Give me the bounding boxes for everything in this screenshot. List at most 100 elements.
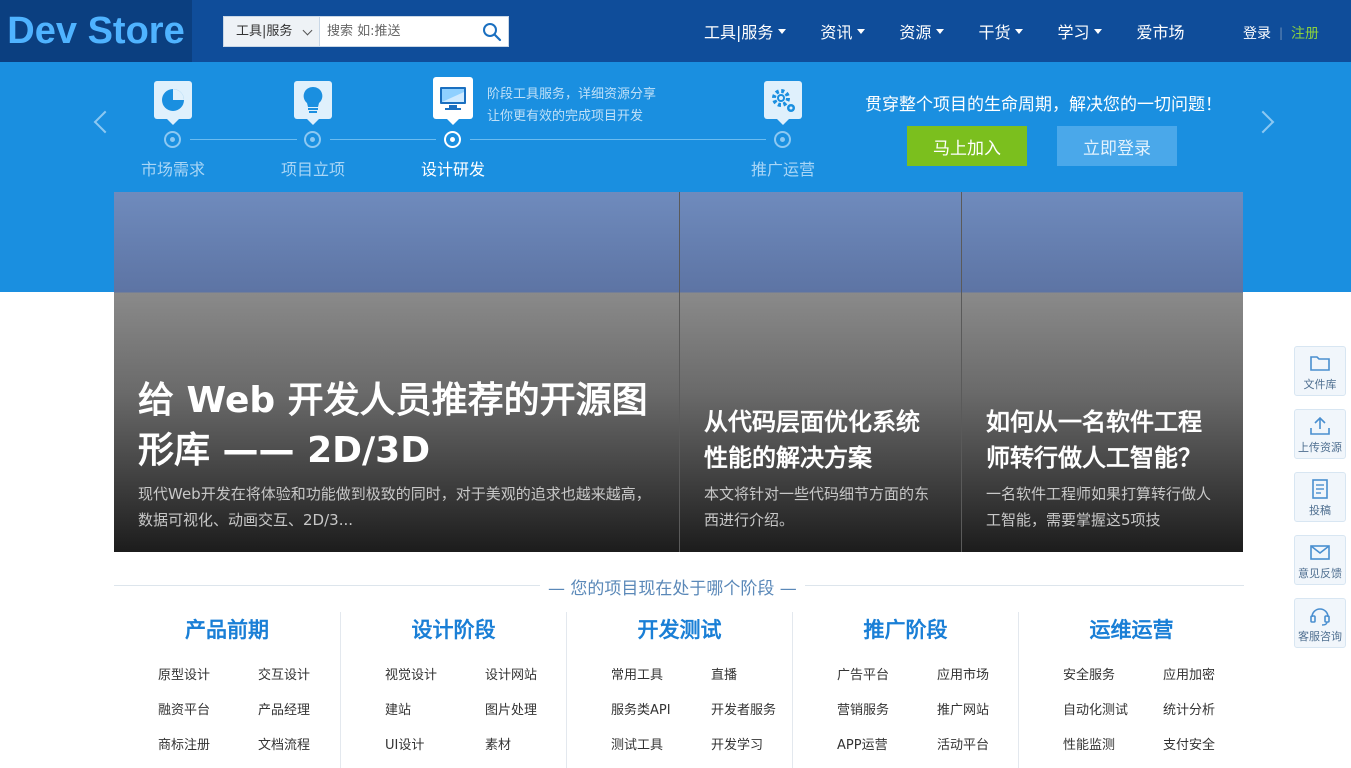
- nav-market[interactable]: 爱市场: [1136, 19, 1184, 43]
- phase-link[interactable]: 融资平台: [158, 697, 258, 732]
- pie-chart-icon: [162, 89, 184, 111]
- phase-link[interactable]: 支付安全: [1163, 732, 1263, 767]
- phase-title[interactable]: 运维运营: [1019, 612, 1244, 648]
- phase-link[interactable]: 服务类API: [611, 697, 711, 732]
- stage-dot[interactable]: [164, 131, 181, 148]
- phase-link[interactable]: 建站: [385, 697, 485, 732]
- phase-link[interactable]: 营销服务: [837, 697, 937, 732]
- nav-resources[interactable]: 资源: [899, 19, 945, 43]
- top-header: Dev Store 工具|服务 工具|服务 资讯 资源 干货 学习 爱市场 登录…: [0, 0, 1351, 62]
- phase-title[interactable]: 设计阶段: [341, 612, 566, 648]
- sidebar-feedback[interactable]: 意见反馈: [1294, 535, 1346, 585]
- phase-column: 推广阶段 广告平台 应用市场 营销服务 推广网站 APP运营 活动平台: [792, 612, 1018, 768]
- phase-link[interactable]: 视觉设计: [385, 662, 485, 697]
- nav-label: 资讯: [820, 23, 853, 42]
- stage-label-market[interactable]: 市场需求: [141, 156, 205, 180]
- timeline-line: [190, 139, 297, 140]
- sidebar-support[interactable]: 客服咨询: [1294, 598, 1346, 648]
- phase-column: 产品前期 原型设计 交互设计 融资平台 产品经理 商标注册 文档流程: [114, 612, 340, 768]
- phase-link[interactable]: 应用加密: [1163, 662, 1263, 697]
- folder-icon: [1310, 356, 1330, 371]
- search-type-select[interactable]: 工具|服务: [224, 17, 320, 46]
- nav-tools-services[interactable]: 工具|服务: [704, 19, 787, 43]
- phase-title[interactable]: 产品前期: [114, 612, 340, 648]
- stage-dot[interactable]: [304, 131, 321, 148]
- login-now-button[interactable]: 立即登录: [1057, 126, 1177, 166]
- phase-link[interactable]: 自动化测试: [1063, 697, 1163, 732]
- phase-link[interactable]: 统计分析: [1163, 697, 1263, 732]
- phase-link[interactable]: 广告平台: [837, 662, 937, 697]
- lightbulb-icon: [303, 86, 323, 113]
- gear-icon: [772, 89, 795, 112]
- article-card[interactable]: 给 Web 开发人员推荐的开源图形库 —— 2D/3D 现代Web开发在将体验和…: [114, 192, 679, 552]
- caret-down-icon: [857, 28, 866, 34]
- phase-link[interactable]: 常用工具: [611, 662, 711, 697]
- register-link[interactable]: 注册: [1291, 23, 1319, 43]
- phase-link[interactable]: 原型设计: [158, 662, 258, 697]
- caret-down-icon: [1094, 28, 1103, 34]
- monitor-icon: [440, 87, 466, 110]
- caret-down-icon: [936, 28, 945, 34]
- article-summary: 现代Web开发在将体验和功能做到极致的同时，对于美观的追求也越来越高，数据可视化…: [138, 485, 651, 529]
- promo-text: 贯穿整个项目的生命周期，解决您的一切问题！: [865, 95, 1222, 115]
- stage-label-ops[interactable]: 推广运营: [751, 156, 815, 180]
- article-title[interactable]: 给 Web 开发人员推荐的开源图形库 —— 2D/3D: [138, 376, 655, 476]
- stage-label-project[interactable]: 项目立项: [281, 156, 345, 180]
- project-phases: 产品前期 原型设计 交互设计 融资平台 产品经理 商标注册 文档流程 设计阶段 …: [114, 612, 1244, 768]
- stage-project-icon-box[interactable]: [294, 81, 332, 125]
- sidebar-label: 文件库: [1303, 378, 1337, 391]
- phase-link[interactable]: UI设计: [385, 732, 485, 767]
- phase-column: 运维运营 安全服务 应用加密 自动化测试 统计分析 性能监测 支付安全: [1018, 612, 1244, 768]
- article-title[interactable]: 如何从一名软件工程师转行做人工智能？: [986, 404, 1219, 476]
- phase-column: 开发测试 常用工具 直播 服务类API 开发者服务 测试工具 开发学习: [566, 612, 792, 768]
- sidebar-file-library[interactable]: 文件库: [1294, 346, 1346, 396]
- sidebar-label: 上传资源: [1298, 441, 1342, 454]
- article-title[interactable]: 从代码层面优化系统性能的解决方案: [704, 404, 937, 476]
- nav-label: 资源: [899, 23, 932, 42]
- nav-tips[interactable]: 干货: [978, 19, 1024, 43]
- join-now-button[interactable]: 马上加入: [907, 126, 1027, 166]
- chevron-down-icon: [302, 25, 313, 36]
- stage-label-design[interactable]: 设计研发: [421, 156, 485, 180]
- logo-box[interactable]: Dev Store: [0, 0, 192, 62]
- sidebar-label: 意见反馈: [1298, 567, 1342, 580]
- phase-link[interactable]: 安全服务: [1063, 662, 1163, 697]
- phase-link[interactable]: 商标注册: [158, 732, 258, 767]
- timeline-line: [470, 139, 766, 140]
- phase-title[interactable]: 推广阶段: [793, 612, 1018, 648]
- phase-link[interactable]: 测试工具: [611, 732, 711, 767]
- search-icon[interactable]: [482, 22, 502, 42]
- timeline-line: [330, 139, 436, 140]
- nav-news[interactable]: 资讯: [820, 19, 866, 43]
- phase-links: 安全服务 应用加密 自动化测试 统计分析 性能监测 支付安全: [1063, 662, 1244, 767]
- stage-dot-active[interactable]: [444, 131, 461, 148]
- login-link[interactable]: 登录: [1243, 23, 1271, 43]
- caret-down-icon: [778, 28, 787, 34]
- sidebar-label: 投稿: [1309, 504, 1331, 517]
- article-card[interactable]: 如何从一名软件工程师转行做人工智能？ 一名软件工程师如果打算转行做人工智能，需要…: [961, 192, 1243, 552]
- search-type-label: 工具|服务: [236, 24, 293, 39]
- nav-learning[interactable]: 学习: [1057, 19, 1103, 43]
- nav-label: 干货: [978, 23, 1011, 42]
- headset-icon: [1310, 608, 1330, 626]
- stage-ops-icon-box[interactable]: [764, 81, 802, 125]
- article-card[interactable]: 从代码层面优化系统性能的解决方案 本文将针对一些代码细节方面的东西进行介绍。: [679, 192, 961, 552]
- logo[interactable]: Dev Store: [7, 10, 184, 53]
- stage-market-icon-box[interactable]: [154, 81, 192, 125]
- upload-icon: [1310, 416, 1330, 435]
- phase-link[interactable]: 性能监测: [1063, 732, 1163, 767]
- floating-sidebar: 文件库 上传资源 投稿 意见反馈 客服咨询: [1294, 346, 1346, 661]
- stage-dot[interactable]: [774, 131, 791, 148]
- stage-design-icon-box[interactable]: [433, 77, 473, 125]
- caret-down-icon: [1015, 28, 1024, 34]
- phase-title[interactable]: 开发测试: [567, 612, 792, 648]
- sidebar-label: 客服咨询: [1298, 630, 1342, 643]
- main-nav: 工具|服务 资讯 资源 干货 学习 爱市场: [704, 0, 1218, 62]
- phase-links: 视觉设计 设计网站 建站 图片处理 UI设计 素材: [385, 662, 566, 767]
- search-input[interactable]: [321, 17, 481, 46]
- sidebar-submit[interactable]: 投稿: [1294, 472, 1346, 522]
- phase-links: 常用工具 直播 服务类API 开发者服务 测试工具 开发学习: [611, 662, 792, 767]
- phase-link[interactable]: APP运营: [837, 732, 937, 767]
- stage-tip-line1: 阶段工具服务，详细资源分享: [487, 87, 657, 102]
- sidebar-upload[interactable]: 上传资源: [1294, 409, 1346, 459]
